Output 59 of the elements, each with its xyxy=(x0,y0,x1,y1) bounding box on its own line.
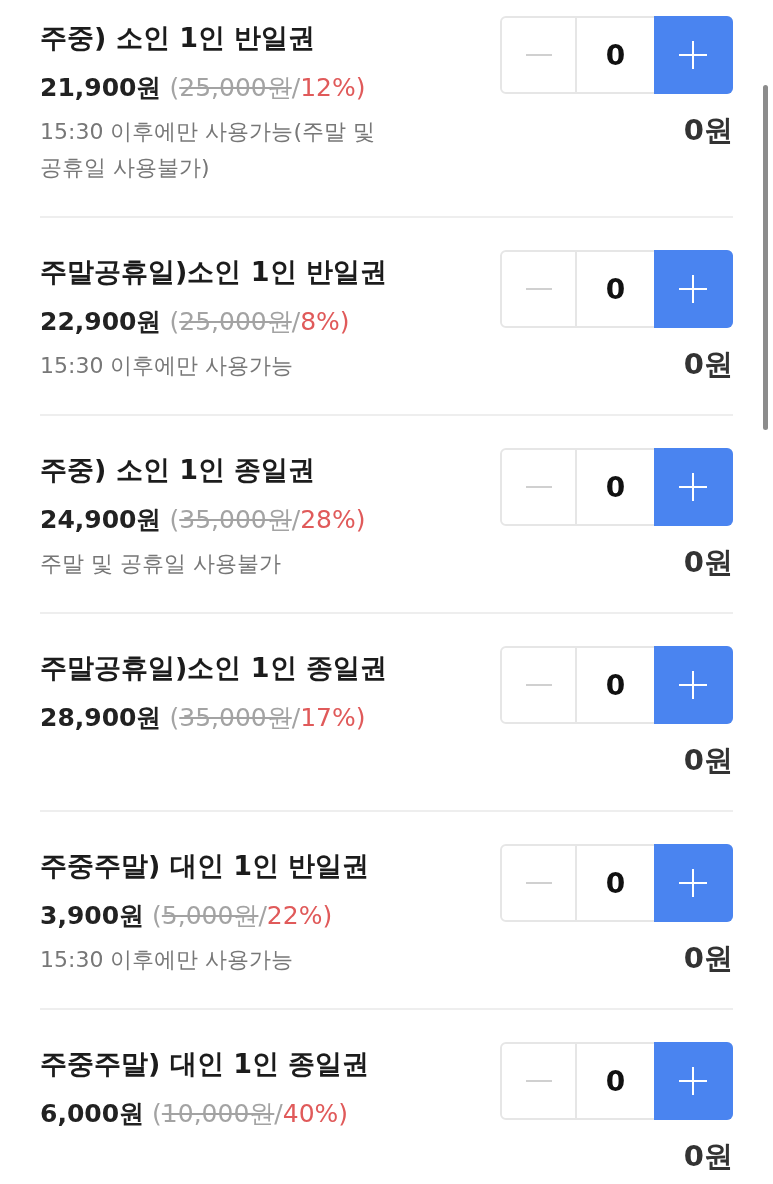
sale-price: 3,900원 xyxy=(40,900,145,932)
original-price: (5,000원/ xyxy=(152,900,267,932)
plus-icon xyxy=(679,1067,708,1095)
line-total: 0원 xyxy=(683,1138,733,1175)
plus-icon xyxy=(679,275,708,303)
original-price: (35,000원/ xyxy=(169,504,301,536)
sale-price: 21,900원 xyxy=(40,72,162,104)
minus-icon xyxy=(525,288,552,290)
minus-icon xyxy=(525,1080,552,1082)
increase-button[interactable] xyxy=(653,646,733,724)
increase-button[interactable] xyxy=(653,448,733,526)
quantity-field[interactable]: 0 xyxy=(577,252,654,326)
line-total: 0원 xyxy=(683,112,733,149)
product-name: 주말공휴일)소인 1인 종일권 xyxy=(40,651,388,685)
increase-button[interactable] xyxy=(653,844,733,922)
discount-rate: 40%) xyxy=(282,1098,349,1130)
sale-price: 24,900원 xyxy=(40,504,162,536)
product-name: 주중) 소인 1인 반일권 xyxy=(40,21,317,55)
minus-icon xyxy=(525,882,552,884)
increase-button[interactable] xyxy=(653,16,733,94)
product-name: 주중주말) 대인 1인 종일권 xyxy=(40,1047,371,1081)
line-total: 0원 xyxy=(683,940,733,977)
discount-rate: 17%) xyxy=(300,702,366,734)
scrollbar-thumb[interactable] xyxy=(763,85,768,430)
product-name: 주중) 소인 1인 종일권 xyxy=(40,453,317,487)
sale-price: 28,900원 xyxy=(40,702,162,734)
quantity-field[interactable]: 0 xyxy=(577,648,654,722)
line-total: 0원 xyxy=(683,346,733,383)
product-name: 주중주말) 대인 1인 반일권 xyxy=(40,849,371,883)
line-total: 0원 xyxy=(683,742,733,779)
plus-icon xyxy=(679,473,708,501)
discount-rate: 12%) xyxy=(300,72,366,104)
usage-note: 주말 및 공휴일 사용불가 xyxy=(40,550,282,578)
discount-rate: 22%) xyxy=(266,900,333,932)
product-name: 주말공휴일)소인 1인 반일권 xyxy=(40,255,388,289)
increase-button[interactable] xyxy=(653,250,733,328)
line-total: 0원 xyxy=(683,544,733,581)
plus-icon xyxy=(679,41,708,69)
minus-icon xyxy=(525,486,552,488)
original-price: (35,000원/ xyxy=(169,702,301,734)
usage-note: 15:30 이후에만 사용가능(주말 및 공휴일 사용불가) xyxy=(40,118,376,182)
original-price: (10,000원/ xyxy=(152,1098,283,1130)
minus-icon xyxy=(525,684,552,686)
original-price: (25,000원/ xyxy=(169,72,301,104)
discount-rate: 8%) xyxy=(300,306,350,338)
quantity-field[interactable]: 0 xyxy=(577,18,654,92)
quantity-field[interactable]: 0 xyxy=(577,846,654,920)
plus-icon xyxy=(679,869,708,897)
discount-rate: 28%) xyxy=(300,504,366,536)
usage-note: 15:30 이후에만 사용가능 xyxy=(40,946,295,974)
increase-button[interactable] xyxy=(653,1042,733,1120)
sale-price: 6,000원 xyxy=(40,1098,145,1130)
sale-price: 22,900원 xyxy=(40,306,162,338)
quantity-field[interactable]: 0 xyxy=(577,1044,654,1118)
plus-icon xyxy=(679,671,708,699)
original-price: (25,000원/ xyxy=(169,306,301,338)
usage-note: 15:30 이후에만 사용가능 xyxy=(40,352,295,380)
quantity-field[interactable]: 0 xyxy=(577,450,654,524)
minus-icon xyxy=(525,54,552,56)
